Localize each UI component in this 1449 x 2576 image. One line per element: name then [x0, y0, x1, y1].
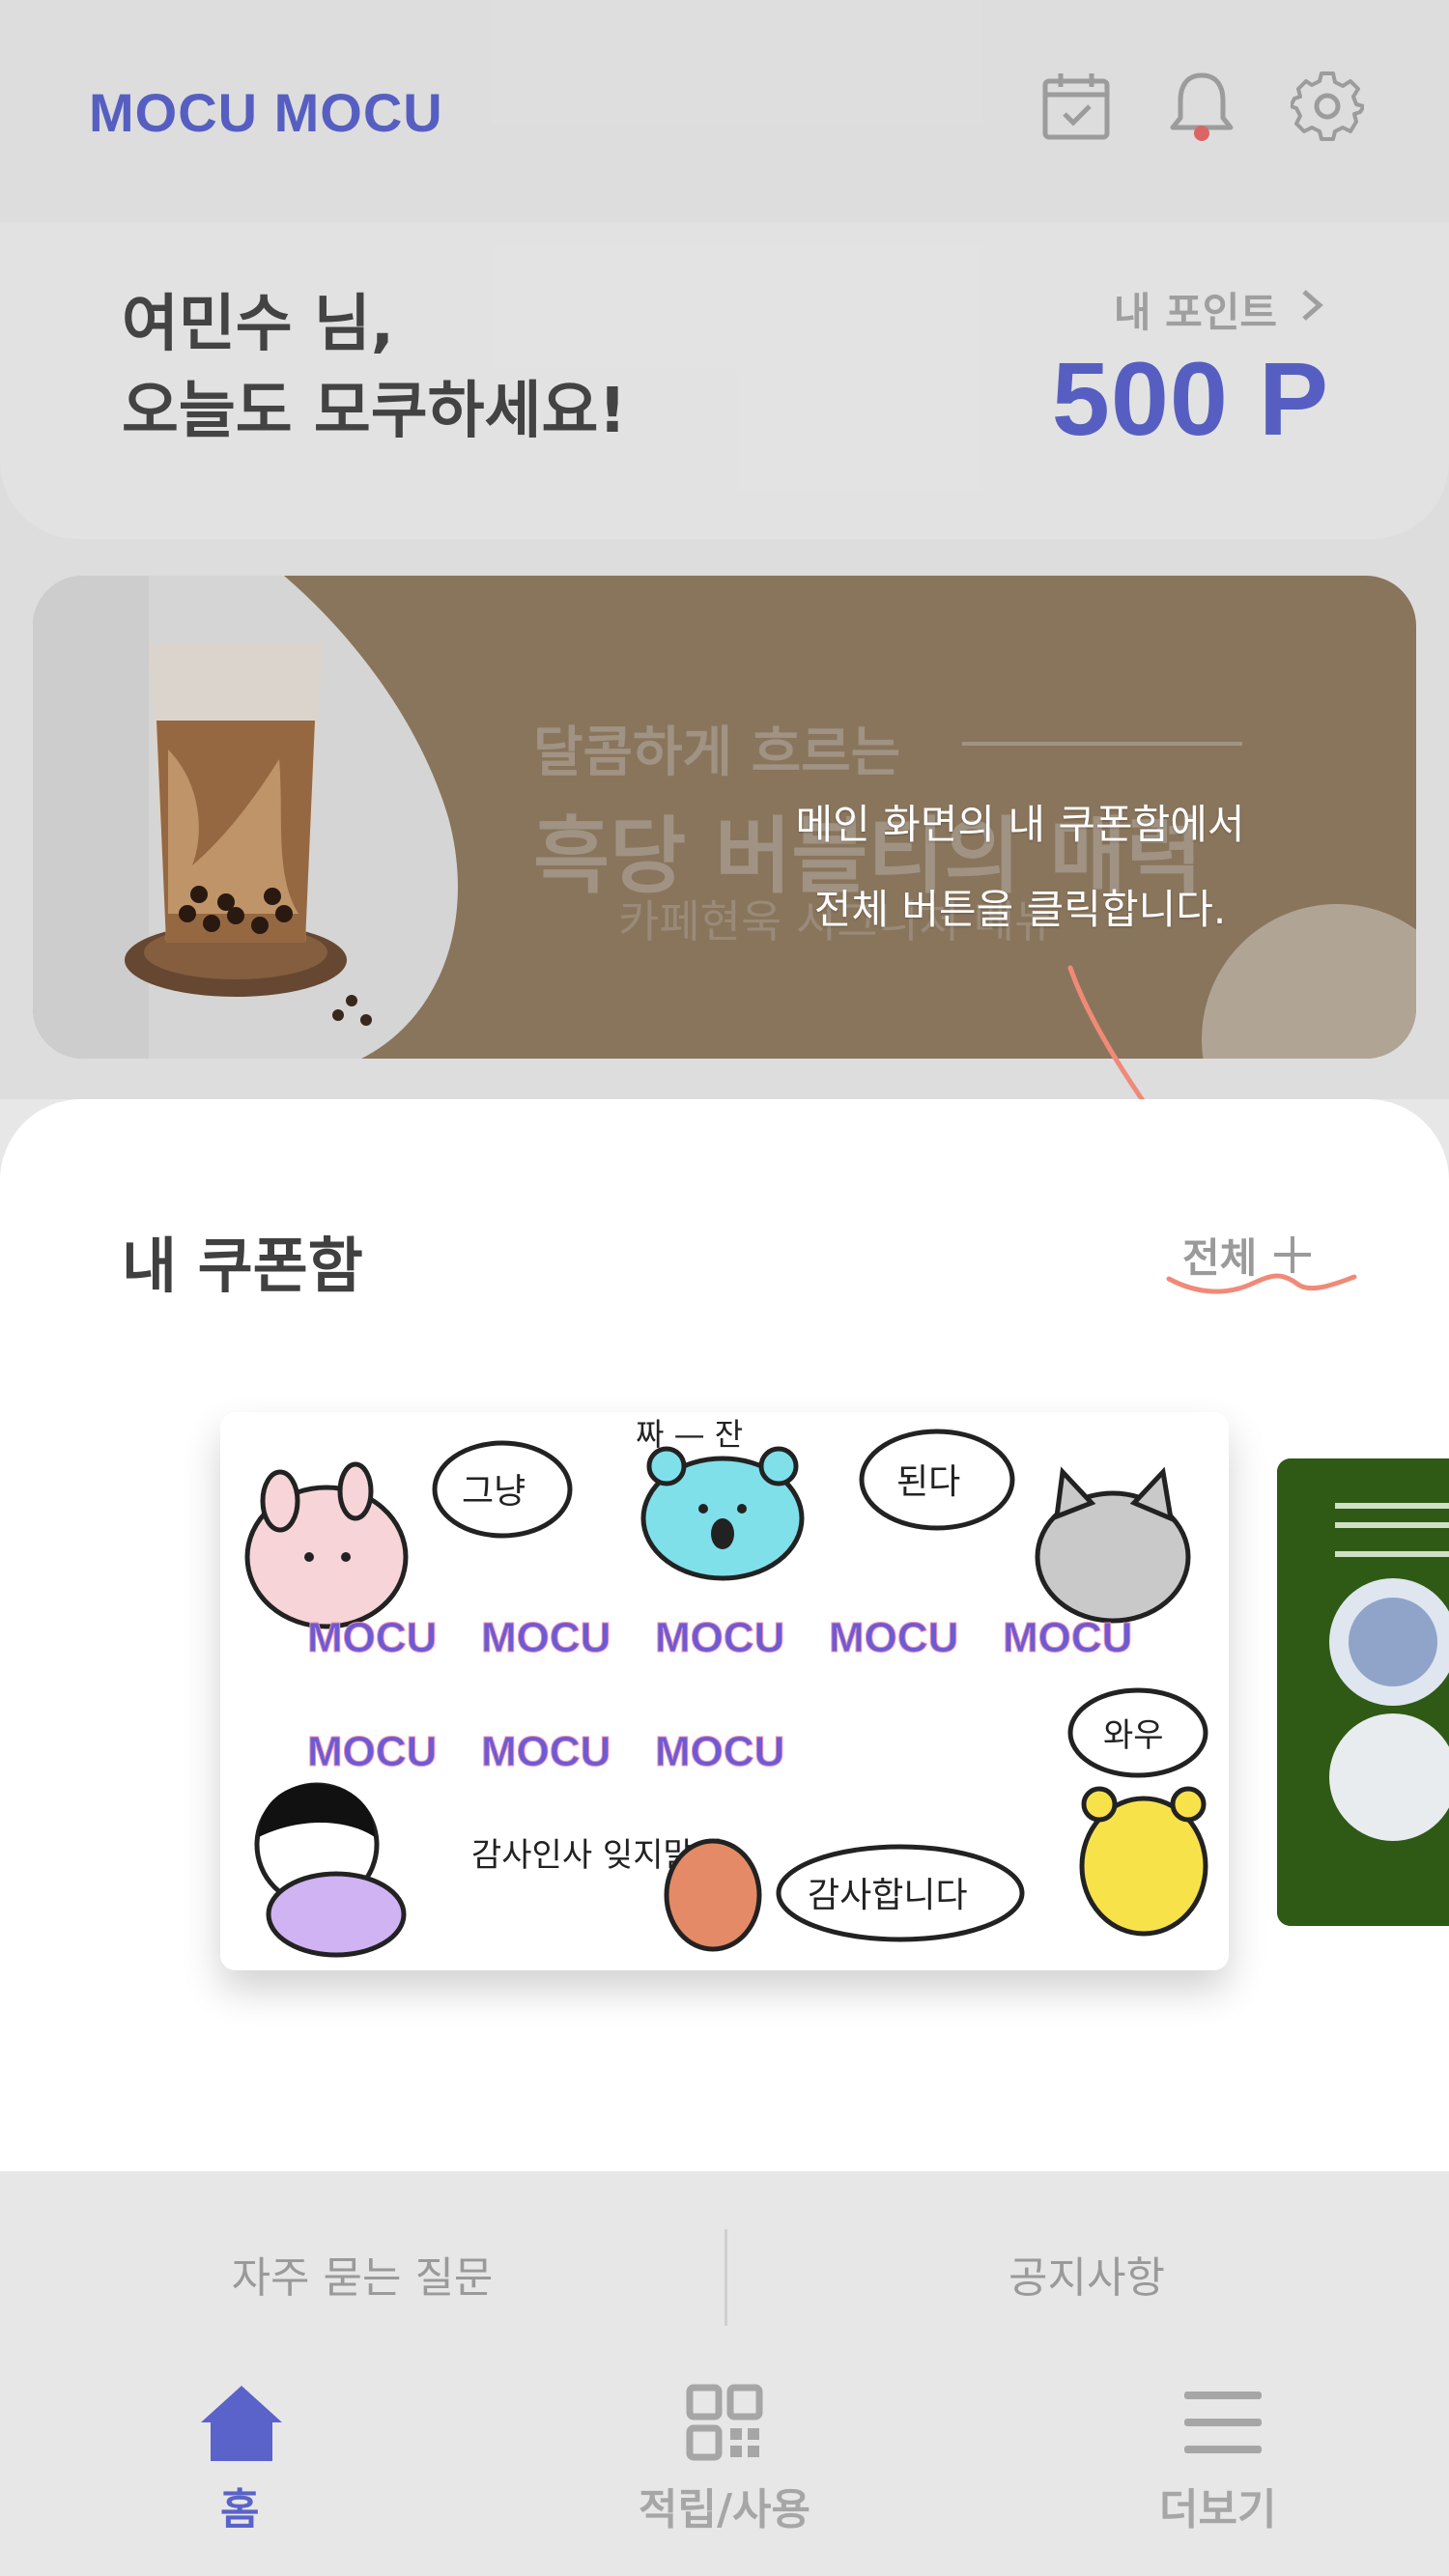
greeting-name: 여민수 님,	[122, 289, 395, 360]
mocu-logo-7: MOCU	[481, 1728, 611, 1775]
guide-tooltip-line2: 전체 버튼을 클릭합니다.	[813, 886, 1227, 933]
bell-icon[interactable]	[1165, 70, 1238, 143]
sticker-text-1: 그냥	[462, 1472, 526, 1512]
mocu-logo-3: MOCU	[655, 1614, 784, 1661]
banner-divider	[962, 742, 1242, 746]
nav-label-earn-use: 적립/사용	[639, 2485, 810, 2534]
mocu-logo-6: MOCU	[307, 1728, 437, 1775]
coupon-section-title: 내 쿠폰함	[122, 1231, 363, 1301]
app-logo: MOCU MOCU	[89, 82, 443, 143]
sticker-text-6: 감사합니다	[808, 1876, 968, 1915]
nav-label-more: 더보기	[1159, 2485, 1277, 2534]
help-links: 자주 묻는 질문 공지사항	[0, 2208, 1449, 2339]
home-icon	[201, 2386, 282, 2461]
qr-code-icon	[686, 2384, 763, 2461]
chevron-right-icon[interactable]	[1293, 284, 1331, 326]
mocu-logo-2: MOCU	[481, 1614, 611, 1661]
guide-tooltip-line1: 메인 화면의 내 쿠폰함에서	[795, 801, 1245, 848]
bubble-tea-image	[33, 576, 458, 1059]
faq-link[interactable]: 자주 묻는 질문	[0, 2208, 724, 2339]
guide-tooltip: 메인 화면의 내 쿠폰함에서 전체 버튼을 클릭합니다.	[730, 782, 1310, 952]
nav-tab-earn-use[interactable]: 적립/사용	[483, 2339, 966, 2576]
coupon-card-next[interactable]	[1277, 1458, 1449, 1926]
mocu-logo-5: MOCU	[1003, 1614, 1132, 1661]
coupon-card[interactable]: 그냥 짜 — 잔 된다 MOCU MOCU MOCU MOCU MOCU MOC…	[220, 1412, 1229, 1970]
gear-icon[interactable]	[1289, 70, 1366, 143]
greeting-message: 오늘도 모쿠하세요!	[122, 376, 627, 447]
sticker-text-3: 된다	[896, 1462, 960, 1502]
top-bar: MOCU MOCU	[0, 0, 1449, 222]
banner-subtitle: 달콤하게 흐르는	[533, 722, 901, 784]
nav-label-home: 홈	[220, 2485, 260, 2534]
sticker-text-2: 짜 — 잔	[636, 1416, 743, 1453]
highlight-underline-mark	[1166, 1273, 1357, 1294]
greeting-card: 여민수 님, 오늘도 모쿠하세요! 내 포인트 500 P	[0, 222, 1449, 539]
nav-tab-more[interactable]: 더보기	[966, 2339, 1449, 2576]
notice-link[interactable]: 공지사항	[724, 2208, 1449, 2339]
mocu-logo-1: MOCU	[307, 1614, 437, 1661]
coupon-card-next-image	[1277, 1458, 1449, 1926]
nav-tab-home[interactable]: 홈	[0, 2339, 483, 2576]
calendar-check-icon[interactable]	[1039, 70, 1113, 143]
mocu-logo-4: MOCU	[829, 1614, 958, 1661]
points-label[interactable]: 내 포인트	[1114, 280, 1277, 339]
coupon-sticker-illustration: 그냥 짜 — 잔 된다 MOCU MOCU MOCU MOCU MOCU MOC…	[220, 1412, 1229, 1970]
menu-icon	[1184, 2392, 1262, 2453]
sticker-text-4: 와우	[1103, 1716, 1164, 1755]
mocu-logo-8: MOCU	[655, 1728, 784, 1775]
bottom-navigation: 홈 적립/사용 더보기	[0, 2339, 1449, 2576]
points-value: 500 P	[1051, 340, 1329, 457]
